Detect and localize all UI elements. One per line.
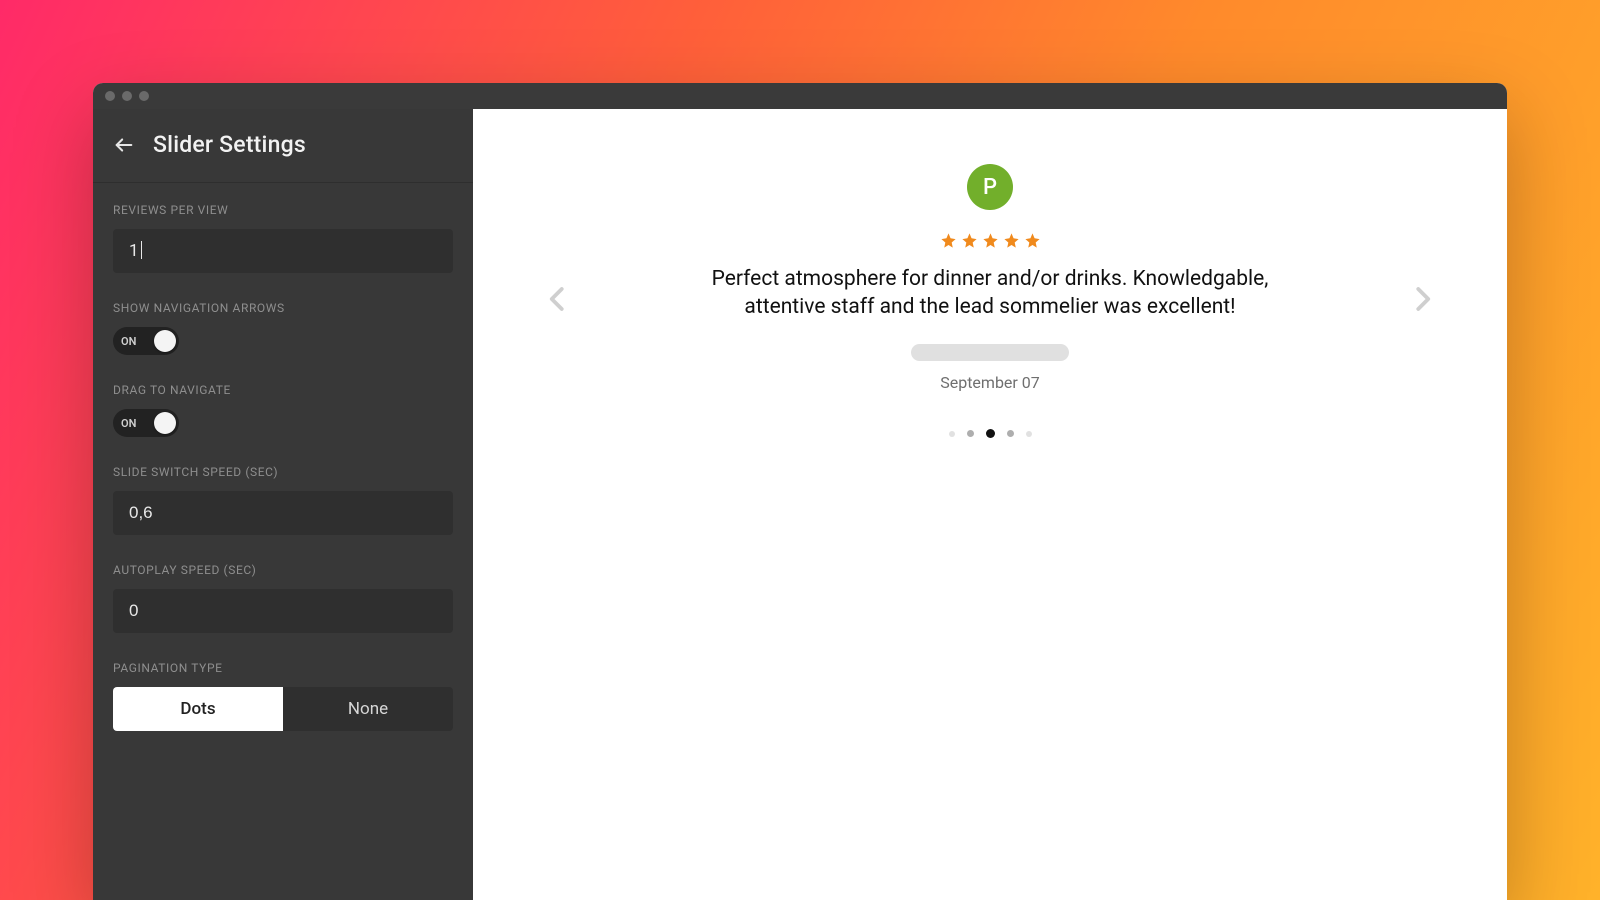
traffic-light-zoom[interactable] [139,91,149,101]
rating-stars [940,232,1041,249]
field-show-nav-arrows: SHOW NAVIGATION ARROWS ON [113,301,453,355]
input-autoplay-speed[interactable] [113,589,453,633]
reviewer-name-placeholder [911,344,1069,361]
toggle-state-text: ON [121,335,136,348]
content-area: Slider Settings REVIEWS PER VIEW 1 SHOW … [93,109,1507,900]
pagination-dot[interactable] [1026,431,1032,437]
input-value: 1 [129,241,139,261]
input-slide-switch-speed[interactable] [113,491,453,535]
toggle-show-nav-arrows[interactable]: ON [113,327,179,355]
page-title: Slider Settings [153,131,306,158]
star-icon [982,232,999,249]
text-caret [141,241,142,259]
input-reviews-per-view[interactable]: 1 [113,229,453,273]
field-slide-switch-speed: SLIDE SWITCH SPEED (SEC) [113,465,453,535]
traffic-light-close[interactable] [105,91,115,101]
review-date: September 07 [940,373,1040,392]
field-pagination-type: PAGINATION TYPE Dots None [113,661,453,731]
segmented-option-none[interactable]: None [283,687,453,731]
pagination-dots [473,429,1507,438]
label-show-nav-arrows: SHOW NAVIGATION ARROWS [113,301,453,315]
toggle-knob [154,412,176,434]
pagination-dot[interactable] [967,430,974,437]
toggle-knob [154,330,176,352]
field-reviews-per-view: REVIEWS PER VIEW 1 [113,203,453,273]
star-icon [1003,232,1020,249]
review-slide: P Perfect atmosphere for dinner and/or d… [473,164,1507,392]
settings-panel: REVIEWS PER VIEW 1 SHOW NAVIGATION ARROW… [93,183,473,769]
reviewer-avatar: P [967,164,1013,210]
back-arrow-icon[interactable] [113,134,135,156]
field-drag-to-navigate: DRAG TO NAVIGATE ON [113,383,453,437]
star-icon [940,232,957,249]
label-autoplay-speed: AUTOPLAY SPEED (SEC) [113,563,453,577]
toggle-state-text: ON [121,417,136,430]
star-icon [961,232,978,249]
star-icon [1024,232,1041,249]
toggle-drag-to-navigate[interactable]: ON [113,409,179,437]
settings-sidebar: Slider Settings REVIEWS PER VIEW 1 SHOW … [93,109,473,900]
review-text: Perfect atmosphere for dinner and/or dri… [675,265,1305,322]
traffic-light-minimize[interactable] [122,91,132,101]
avatar-initial: P [983,175,997,200]
field-autoplay-speed: AUTOPLAY SPEED (SEC) [113,563,453,633]
window-titlebar [93,83,1507,109]
pagination-dot-active[interactable] [986,429,995,438]
label-reviews-per-view: REVIEWS PER VIEW [113,203,453,217]
label-pagination-type: PAGINATION TYPE [113,661,453,675]
pagination-dot[interactable] [949,431,955,437]
segmented-option-dots[interactable]: Dots [113,687,283,731]
preview-pane: P Perfect atmosphere for dinner and/or d… [473,109,1507,900]
pagination-dot[interactable] [1007,430,1014,437]
segmented-pagination-type: Dots None [113,687,453,731]
label-drag-to-navigate: DRAG TO NAVIGATE [113,383,453,397]
sidebar-header: Slider Settings [93,109,473,183]
label-slide-switch-speed: SLIDE SWITCH SPEED (SEC) [113,465,453,479]
app-window: Slider Settings REVIEWS PER VIEW 1 SHOW … [93,83,1507,900]
